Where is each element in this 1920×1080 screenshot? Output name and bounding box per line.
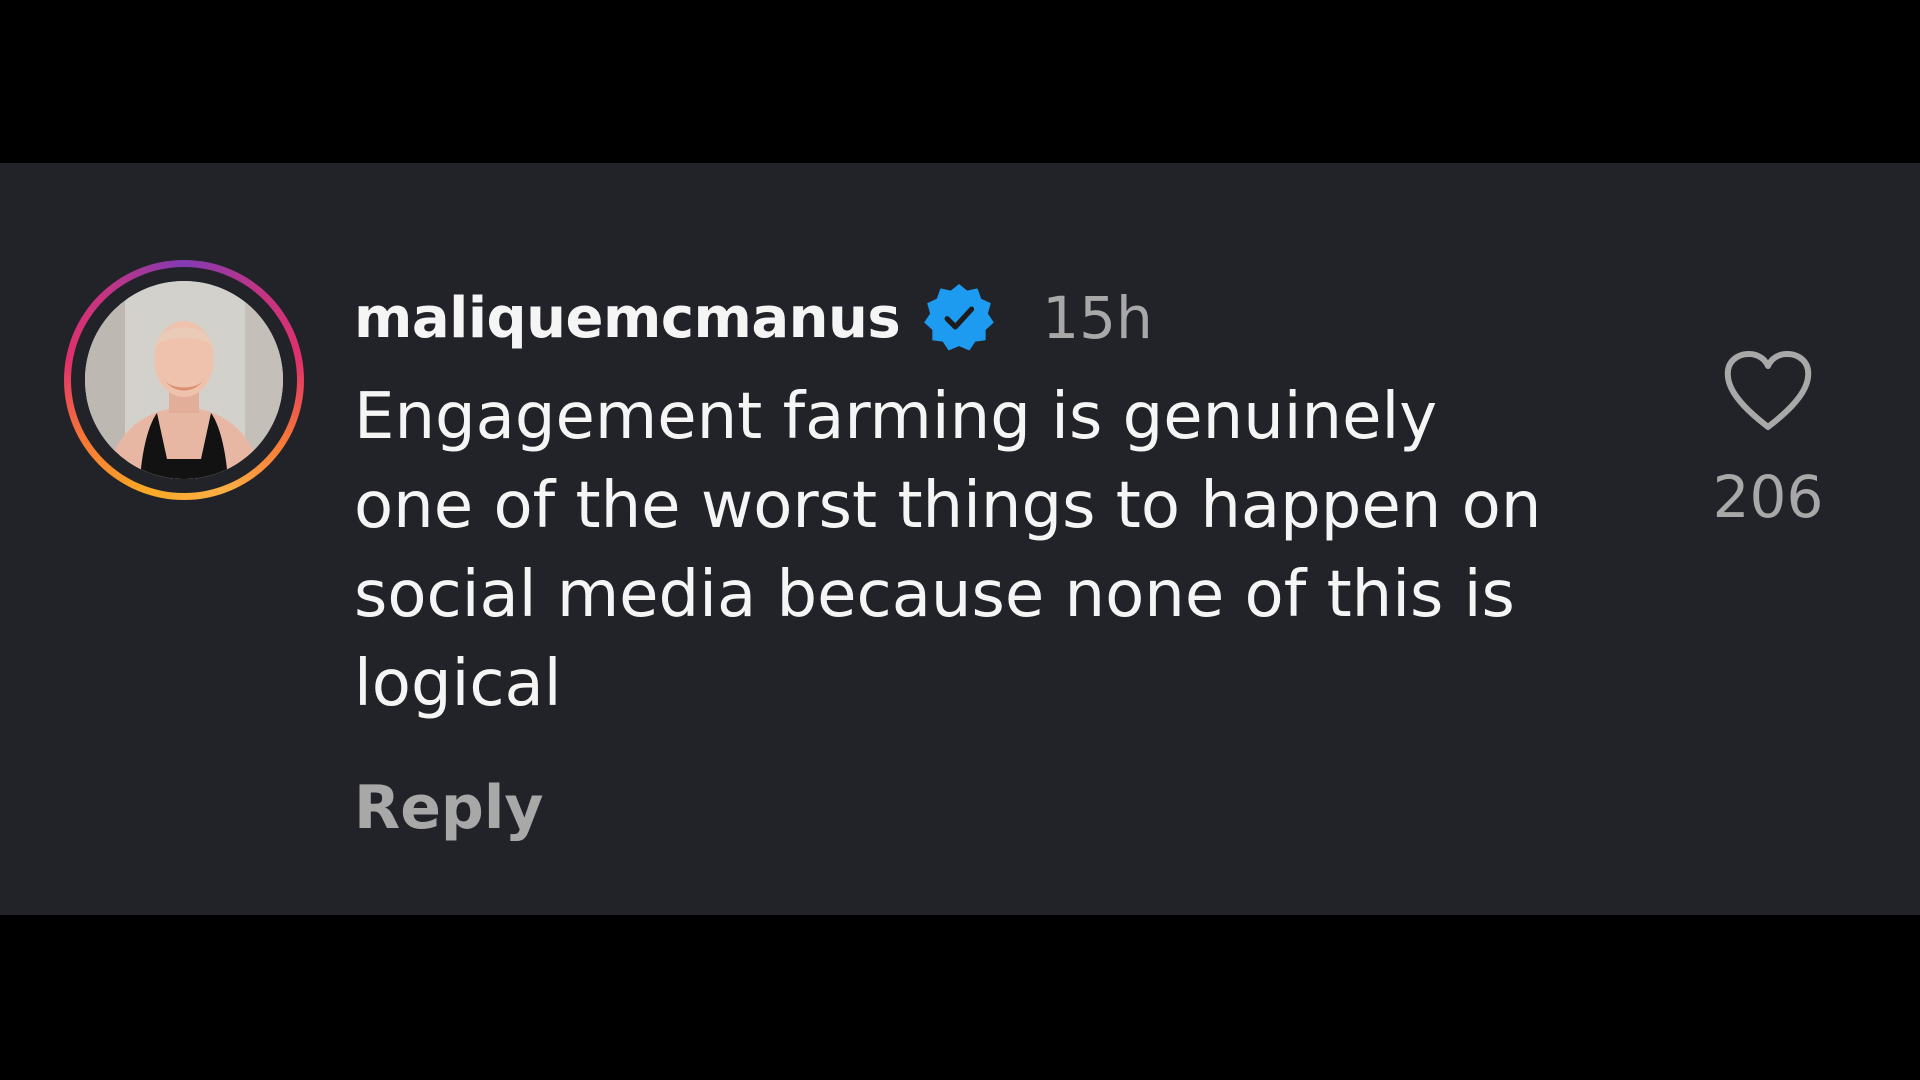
heart-outline-icon[interactable] (1722, 349, 1814, 433)
comment-header: maliquemcmanus 15h (354, 263, 1604, 373)
username[interactable]: maliquemcmanus (354, 286, 901, 351)
like-count: 206 (1712, 463, 1824, 531)
comment-body: maliquemcmanus 15h Engagement farming is… (354, 263, 1604, 843)
reply-button[interactable]: Reply (354, 773, 544, 843)
comment-text: Engagement farming is genuinely one of t… (354, 380, 1542, 721)
avatar[interactable] (85, 281, 283, 479)
avatar-photo (85, 281, 283, 479)
like-area: 206 (1690, 349, 1846, 531)
timestamp: 15h (1042, 284, 1153, 352)
verified-badge-icon (924, 283, 994, 351)
comment-panel: maliquemcmanus 15h Engagement farming is… (0, 163, 1920, 915)
avatar-story-ring[interactable] (64, 260, 304, 500)
